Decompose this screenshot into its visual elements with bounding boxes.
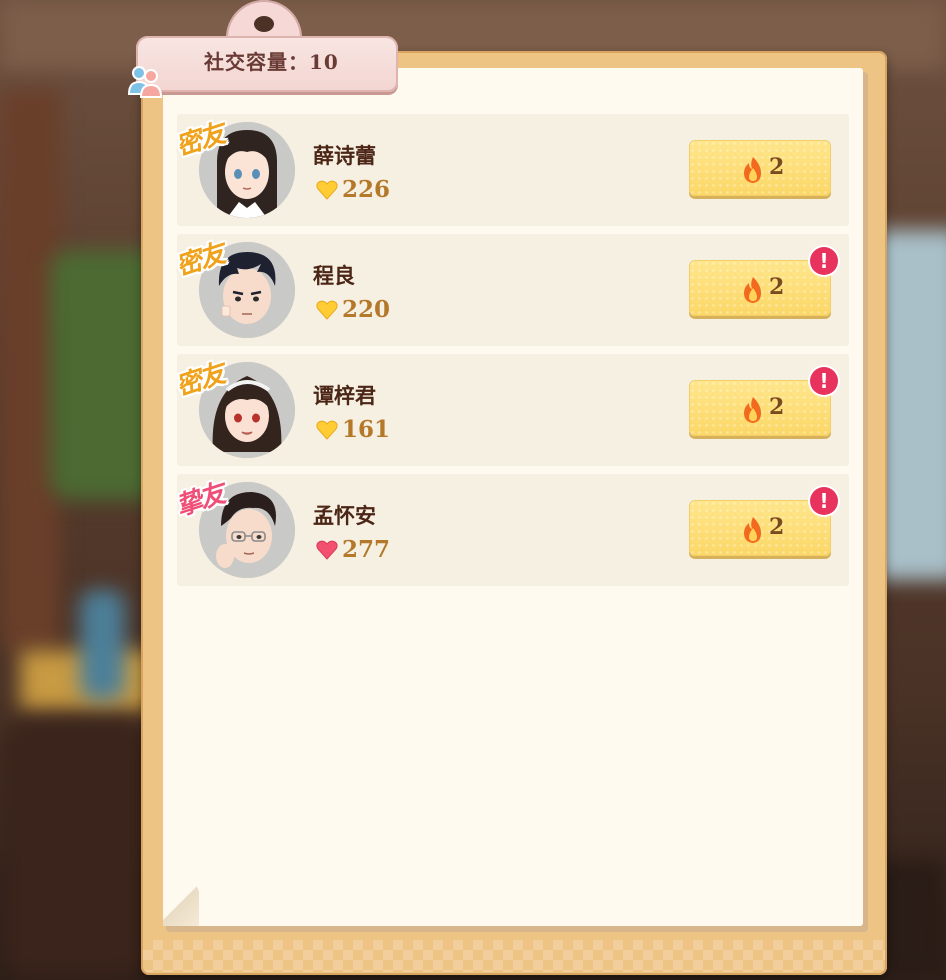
capacity-label: 社交容量：10 (204, 50, 339, 74)
heart-icon (316, 420, 338, 440)
clip-hole (254, 16, 274, 32)
fire-button[interactable]: 2 (689, 140, 831, 196)
friend-row[interactable]: 密友 谭梓君 161 2 ! (173, 354, 849, 466)
paper-curl (163, 880, 199, 926)
friend-name: 谭梓君 (313, 383, 376, 408)
friend-name: 薛诗蕾 (313, 143, 376, 168)
fire-count: 2 (769, 514, 785, 540)
fire-count: 2 (769, 394, 785, 420)
affection-value: 277 (342, 536, 391, 563)
fire-button[interactable]: 2 (689, 260, 831, 316)
heart-icon (316, 180, 338, 200)
fire-count: 2 (769, 154, 785, 180)
affection-value: 220 (342, 296, 391, 323)
affection-value: 226 (342, 176, 391, 203)
fire-icon (744, 277, 761, 303)
friend-list: 密友 薛诗蕾 226 2 密友 程良 220 2 ! 密友 谭梓君 161 2 … (173, 114, 849, 594)
fire-icon (744, 157, 761, 183)
alert-badge: ! (810, 247, 838, 275)
friend-row[interactable]: 挚友 孟怀安 277 2 ! (173, 474, 849, 586)
fire-icon (744, 397, 761, 423)
affection-value: 161 (342, 416, 391, 443)
fire-count: 2 (769, 274, 785, 300)
heart-icon (316, 540, 338, 560)
friend-row[interactable]: 密友 程良 220 2 ! (173, 234, 849, 346)
friend-row[interactable]: 密友 薛诗蕾 226 2 (173, 114, 849, 226)
fire-icon (744, 517, 761, 543)
friend-name: 孟怀安 (313, 503, 376, 528)
fire-button[interactable]: 2 (689, 500, 831, 556)
clipboard-pattern (143, 940, 885, 972)
alert-badge: ! (810, 367, 838, 395)
heart-icon (316, 300, 338, 320)
fire-button[interactable]: 2 (689, 380, 831, 436)
friend-name: 程良 (313, 263, 355, 288)
people-icon (127, 66, 163, 98)
alert-badge: ! (810, 487, 838, 515)
